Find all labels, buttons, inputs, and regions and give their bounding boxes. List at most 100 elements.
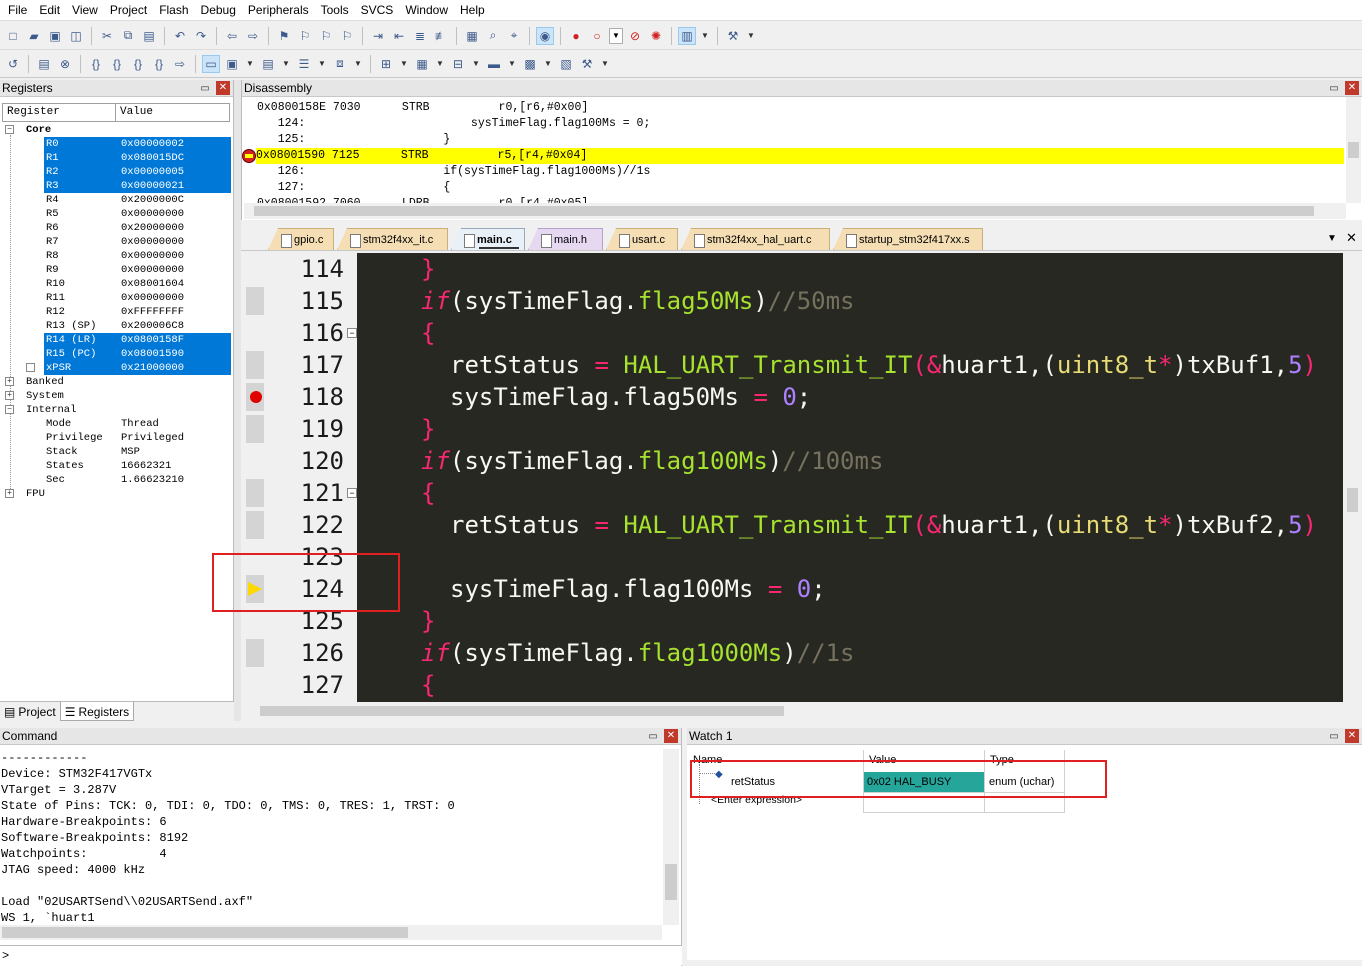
dropdown-arrow-icon[interactable]: ▼ (434, 53, 446, 75)
expand-icon[interactable]: + (5, 377, 14, 386)
breakpoint-insert-icon[interactable]: ● (567, 27, 585, 45)
find-combo[interactable]: ▼ (609, 27, 623, 44)
menu-edit[interactable]: Edit (33, 0, 66, 20)
breakpoint-disable-icon[interactable]: ⊘ (626, 27, 644, 45)
register-row[interactable]: R12 0xFFFFFFFF (0, 305, 232, 319)
menu-view[interactable]: View (66, 0, 104, 20)
menu-flash[interactable]: Flash (153, 0, 194, 20)
disassembly-hscroll[interactable] (244, 203, 1346, 219)
dropdown-arrow-icon[interactable]: ▼ (316, 53, 328, 75)
disassembly-window-icon[interactable]: ▣ (223, 55, 241, 73)
editor-vscroll[interactable] (1344, 253, 1361, 702)
breakpoint-icon[interactable] (250, 391, 262, 403)
register-row[interactable]: R7 0x00000000 (0, 235, 232, 249)
close-icon[interactable]: ✕ (664, 729, 678, 743)
disassembly-line[interactable]: 0x0800158E 7030 STRB r0,[r6,#0x00] (257, 100, 1345, 116)
tab-usart-c[interactable]: usart.c (606, 228, 678, 250)
expand-icon[interactable]: + (5, 391, 14, 400)
dropdown-arrow-icon[interactable]: ▼ (352, 53, 364, 75)
register-row[interactable]: Privilege Privileged (0, 431, 232, 445)
command-input[interactable]: > (0, 945, 682, 965)
tab-stm32f4xx-hal-uart-c[interactable]: stm32f4xx_hal_uart.c (681, 228, 830, 250)
stop-icon[interactable]: ⊗ (56, 55, 74, 73)
step-into-icon[interactable]: {} (87, 55, 105, 73)
dropdown-arrow-icon[interactable]: ▼ (599, 53, 611, 75)
dropdown-arrow-icon[interactable]: ▼ (699, 25, 711, 47)
collapse-icon[interactable]: − (5, 405, 14, 414)
unindent-icon[interactable]: ⇤ (390, 27, 408, 45)
dropdown-arrow-icon[interactable]: ▼ (506, 53, 518, 75)
new-file-icon[interactable]: □ (4, 27, 22, 45)
disassembly-line[interactable]: 124: sysTimeFlag.flag100Ms = 0; (257, 116, 1345, 132)
register-row[interactable]: R13 (SP) 0x200006C8 (0, 319, 232, 333)
redo-icon[interactable]: ↷ (192, 27, 210, 45)
disassembly-line[interactable]: 125: } (257, 132, 1345, 148)
nav-back-icon[interactable]: ⇦ (223, 27, 241, 45)
register-row[interactable]: − Internal (0, 403, 232, 417)
command-vscroll[interactable] (663, 749, 679, 925)
disassembly-line[interactable]: 0x08001592 7060 LDRB r0,[r4,#0x05] (257, 196, 1345, 203)
dropdown-arrow-icon[interactable]: ▼ (470, 53, 482, 75)
toolbox-icon[interactable]: ⚒ (578, 55, 596, 73)
configure-icon[interactable]: ⚒ (724, 27, 742, 45)
breakpoint-enable-icon[interactable]: ○ (588, 27, 606, 45)
code-editor[interactable]: } if(sysTimeFlag.flag50Ms)//50ms {retStatu… (357, 253, 1343, 702)
close-editor-icon[interactable]: ✕ (1346, 230, 1357, 246)
register-row[interactable]: R5 0x00000000 (0, 207, 232, 221)
current-instruction-line[interactable]: 0x08001590 7125 STRB r5,[r4,#0x04] (256, 148, 1344, 164)
incremental-find-icon[interactable]: ⌖ (505, 27, 523, 45)
disassembly-line[interactable]: 126: if(sysTimeFlag.flag1000Ms)//1s (257, 164, 1345, 180)
open-folder-icon[interactable]: ▰ (25, 27, 43, 45)
tab-gpio-c[interactable]: gpio.c (268, 228, 334, 250)
nav-forward-icon[interactable]: ⇨ (244, 27, 262, 45)
register-row[interactable]: + FPU (0, 487, 232, 501)
bookmark-next-icon[interactable]: ⚐ (317, 27, 335, 45)
editor-hscroll[interactable] (244, 702, 1344, 719)
pin-icon[interactable]: ▭ (1327, 83, 1341, 94)
register-row[interactable]: R10 0x08001604 (0, 277, 232, 291)
menu-help[interactable]: Help (454, 0, 491, 20)
dropdown-arrow-icon[interactable]: ▼ (542, 53, 554, 75)
tab-list-icon[interactable]: ▼ (1327, 233, 1337, 244)
register-row[interactable]: + Banked (0, 375, 232, 389)
system-viewer-icon[interactable]: ▧ (557, 55, 575, 73)
menu-peripherals[interactable]: Peripherals (242, 0, 315, 20)
pin-icon[interactable]: ▭ (198, 83, 212, 94)
register-row[interactable]: R9 0x00000000 (0, 263, 232, 277)
tab-registers[interactable]: ☰ Registers (59, 702, 135, 721)
indent-icon[interactable]: ⇥ (369, 27, 387, 45)
find-in-files-icon[interactable]: ▦ (463, 27, 481, 45)
menu-project[interactable]: Project (104, 0, 153, 20)
copy-icon[interactable]: ⧉ (119, 27, 137, 45)
paste-icon[interactable]: ▤ (140, 27, 158, 45)
bookmark-clear-icon[interactable]: ⚐ (338, 27, 356, 45)
run-to-cursor-icon[interactable]: {} (150, 55, 168, 73)
dropdown-arrow-icon[interactable]: ▼ (244, 53, 256, 75)
memory-window-icon[interactable]: ▦ (413, 55, 431, 73)
menu-svcs[interactable]: SVCS (355, 0, 400, 20)
disassembly-line[interactable]: 127: { (257, 180, 1345, 196)
watch-window-icon[interactable]: ⊞ (377, 55, 395, 73)
bookmark-icon[interactable]: ⚑ (275, 27, 293, 45)
registers-window-icon[interactable]: ☰ (295, 55, 313, 73)
reset-icon[interactable]: ↺ (4, 55, 22, 73)
register-row[interactable]: R15 (PC) 0x08001590 (0, 347, 232, 361)
menu-tools[interactable]: Tools (315, 0, 355, 20)
fold-toggle-icon[interactable]: − (347, 328, 357, 338)
comment-icon[interactable]: ≣ (411, 27, 429, 45)
step-out-icon[interactable]: {} (129, 55, 147, 73)
expand-icon[interactable]: + (5, 489, 14, 498)
register-row[interactable]: States 16662321 (0, 459, 232, 473)
dropdown-arrow-icon[interactable]: ▼ (398, 53, 410, 75)
register-row[interactable]: Mode Thread (0, 417, 232, 431)
register-row[interactable]: R14 (LR) 0x0800158F (0, 333, 232, 347)
dropdown-arrow-icon[interactable]: ▼ (745, 25, 757, 47)
register-row[interactable]: R11 0x00000000 (0, 291, 232, 305)
call-stack-icon[interactable]: ⧈ (331, 55, 349, 73)
disassembly-vscroll[interactable] (1346, 97, 1361, 203)
command-hscroll[interactable] (0, 925, 662, 940)
pin-icon[interactable]: ▭ (1327, 731, 1341, 742)
undo-icon[interactable]: ↶ (171, 27, 189, 45)
fold-toggle-icon[interactable]: − (347, 488, 357, 498)
close-icon[interactable]: ✕ (216, 81, 230, 95)
